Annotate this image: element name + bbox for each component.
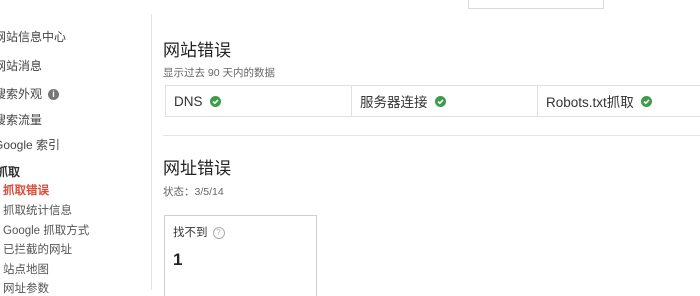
not-found-label: 找不到?: [173, 224, 225, 240]
status-cell-dns[interactable]: DNS: [166, 86, 352, 116]
check-circle-icon: [209, 95, 221, 107]
sidebar-item-label: 网址参数: [3, 283, 49, 295]
site-errors-subtitle: 显示过去 90 天内的数据: [163, 67, 276, 79]
not-found-card[interactable]: 找不到? 1: [164, 215, 317, 296]
sidebar-item-google-index[interactable]: Google 索引: [0, 136, 60, 153]
url-errors-status: 状态：3/5/14: [163, 186, 224, 198]
url-errors-title: 网址错误: [163, 159, 231, 178]
sidebar-item-crawl-stats[interactable]: 抓取统计信息: [3, 202, 72, 218]
card-label-text: 找不到: [173, 227, 208, 239]
sidebar-item-search-traffic[interactable]: 搜索流量: [0, 111, 42, 128]
sidebar-item-messages[interactable]: 网站消息: [0, 57, 42, 74]
sidebar-item-label: 网站消息: [0, 59, 43, 73]
top-search-field[interactable]: [468, 0, 604, 9]
top-bar: [0, 0, 700, 14]
section-divider: [163, 135, 700, 136]
sidebar-item-fetch-as-google[interactable]: Google 抓取方式: [3, 222, 89, 238]
sidebar-item-label: 站点地图: [3, 264, 49, 276]
site-errors-title: 网站错误: [163, 41, 231, 60]
sidebar-section-crawl[interactable]: 抓取: [0, 163, 20, 180]
sidebar-item-blocked-urls[interactable]: 已拦截的网址: [3, 241, 72, 257]
sidebar-item-label: Google 索引: [0, 138, 61, 152]
sidebar: 网站信息中心 网站消息 搜索外观 i 搜索流量 Google 索引 抓取 抓取错误…: [0, 14, 152, 295]
sidebar-item-search-appearance[interactable]: 搜索外观 i: [0, 85, 60, 102]
sidebar-item-label: 抓取错误: [3, 185, 49, 197]
help-icon[interactable]: ?: [212, 227, 225, 239]
sidebar-item-label: Google 抓取方式: [3, 225, 90, 237]
status-cell-server-connectivity[interactable]: 服务器连接: [352, 86, 538, 116]
main-content: 网站错误 显示过去 90 天内的数据 DNS 服务器连接 Robots.txt抓…: [152, 14, 700, 296]
sidebar-item-label: 已拦截的网址: [3, 244, 72, 256]
status-label: DNS: [174, 93, 203, 109]
info-icon[interactable]: i: [48, 89, 60, 100]
sidebar-item-label: 搜索流量: [0, 113, 43, 127]
sidebar-item-label: 搜索外观: [0, 87, 43, 101]
not-found-count: 1: [173, 250, 183, 269]
status-label: 服务器连接: [360, 95, 428, 110]
status-label: Robots.txt抓取: [546, 95, 634, 110]
check-circle-icon: [434, 95, 446, 107]
sidebar-item-label: 网站信息中心: [0, 30, 67, 44]
sidebar-item-crawl-errors[interactable]: 抓取错误: [3, 182, 49, 198]
sidebar-item-label: 抓取统计信息: [3, 205, 72, 217]
sidebar-item-label: 抓取: [0, 165, 21, 179]
sidebar-item-dashboard[interactable]: 网站信息中心: [0, 28, 66, 45]
site-errors-status-row: DNS 服务器连接 Robots.txt抓取: [165, 85, 700, 117]
check-circle-icon: [640, 95, 652, 107]
sidebar-item-sitemaps[interactable]: 站点地图: [3, 261, 49, 277]
sidebar-item-url-parameters[interactable]: 网址参数: [3, 280, 49, 296]
status-cell-robots-fetch[interactable]: Robots.txt抓取: [538, 86, 700, 116]
